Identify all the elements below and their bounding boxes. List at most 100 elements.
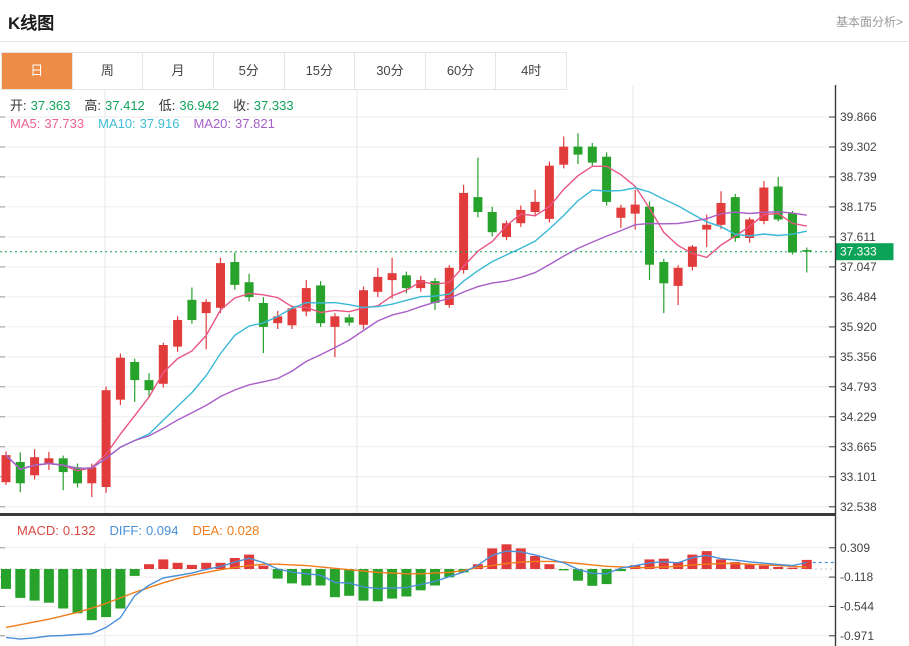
candle-body [616,208,625,218]
candle [230,252,239,289]
candle-body [559,147,568,165]
candle-body [345,317,354,322]
candle [545,162,554,223]
price-tick-label: 39.302 [840,140,877,154]
candle-body [44,458,53,463]
price-tick-label: 34.793 [840,380,877,394]
macd-bar [759,566,769,569]
macd-bar [1,569,11,589]
candle-body [631,205,640,214]
candle [459,185,468,274]
candle [130,359,139,402]
candle [659,259,668,313]
candle-body [473,197,482,212]
macd-bar [587,569,597,586]
timeframe-tab-bar: 日周月5分15分30分60分4时 [1,52,567,90]
candle-body [87,467,96,483]
candle [202,299,211,349]
candle [102,387,111,493]
candle-body [102,390,111,487]
candle [388,258,397,299]
macd-bar [559,569,569,570]
price-tick-label: 36.484 [840,290,877,304]
macd-bar [30,569,40,601]
price-tick-label: 32.538 [840,500,877,514]
candle [302,280,311,316]
tab-周[interactable]: 周 [73,53,144,89]
open-value: 37.363 [31,98,71,113]
macd-bar [530,556,540,569]
ma5-line [6,166,807,471]
macd-bar [802,560,812,569]
tab-60分[interactable]: 60分 [426,53,497,89]
candle [431,278,440,310]
fundamental-analysis-link[interactable]: 基本面分析> [836,13,903,30]
macd-bar [244,555,254,569]
candle [273,311,282,329]
candle-body [488,212,497,232]
macd-bar [115,569,125,609]
ma20-value: 37.821 [235,116,275,131]
candle [373,268,382,297]
candle [616,205,625,228]
macd-tick-label: -0.118 [840,570,873,584]
macd-tick-label: 0.309 [840,541,870,555]
candle [559,137,568,169]
candle [688,245,697,271]
macd-bar [258,566,268,569]
candle-body [230,262,239,285]
candle-body [216,263,225,308]
high-label: 高: [84,98,101,113]
candle [159,343,168,388]
candle [259,297,268,353]
macd-tick-label: -0.544 [840,599,874,613]
macd-bar [101,569,111,617]
tab-15分[interactable]: 15分 [285,53,356,89]
candle-body [173,320,182,347]
macd-info-row: MACD:0.132DIFF:0.094DEA:0.028 [17,523,263,538]
macd-histogram [1,544,812,620]
candle [288,306,297,329]
candle [588,143,597,166]
candle-body [330,316,339,327]
candle-body [388,273,397,280]
candle-body [702,225,711,230]
macd-bar [602,569,612,584]
ma5-value: 37.733 [44,116,84,131]
candle [187,288,196,324]
candles [2,133,812,497]
candle-body [202,302,211,313]
macd-bar [359,569,369,601]
candle-body [588,147,597,163]
candle [602,152,611,205]
tab-日[interactable]: 日 [2,53,73,89]
macd-bar [130,569,140,576]
tab-4时[interactable]: 4时 [496,53,567,89]
candle-body [531,202,540,212]
candle-body [674,268,683,286]
price-tick-label: 33.101 [840,470,877,484]
tab-30分[interactable]: 30分 [355,53,426,89]
tab-5分[interactable]: 5分 [214,53,285,89]
current-price-badge: 37.333 [836,243,894,260]
macd-bar [73,569,83,613]
macd-bar [187,565,197,569]
price-tick-label: 37.047 [840,260,877,274]
candle [44,452,53,470]
macd-bar [502,544,512,569]
candle-body [187,300,196,320]
macd-bar [544,564,554,569]
candle [16,452,25,492]
page-title: K线图 [8,9,54,34]
candle [216,258,225,313]
diff-value: 0.094 [146,523,179,538]
open-label: 开: [10,98,27,113]
tab-月[interactable]: 月 [143,53,214,89]
macd-bar [430,569,440,586]
candle-body [659,262,668,283]
candle [674,265,683,305]
ma5-label: MA5: [10,116,40,131]
candle [745,217,754,243]
macd-bar [44,569,54,603]
candle [531,190,540,217]
